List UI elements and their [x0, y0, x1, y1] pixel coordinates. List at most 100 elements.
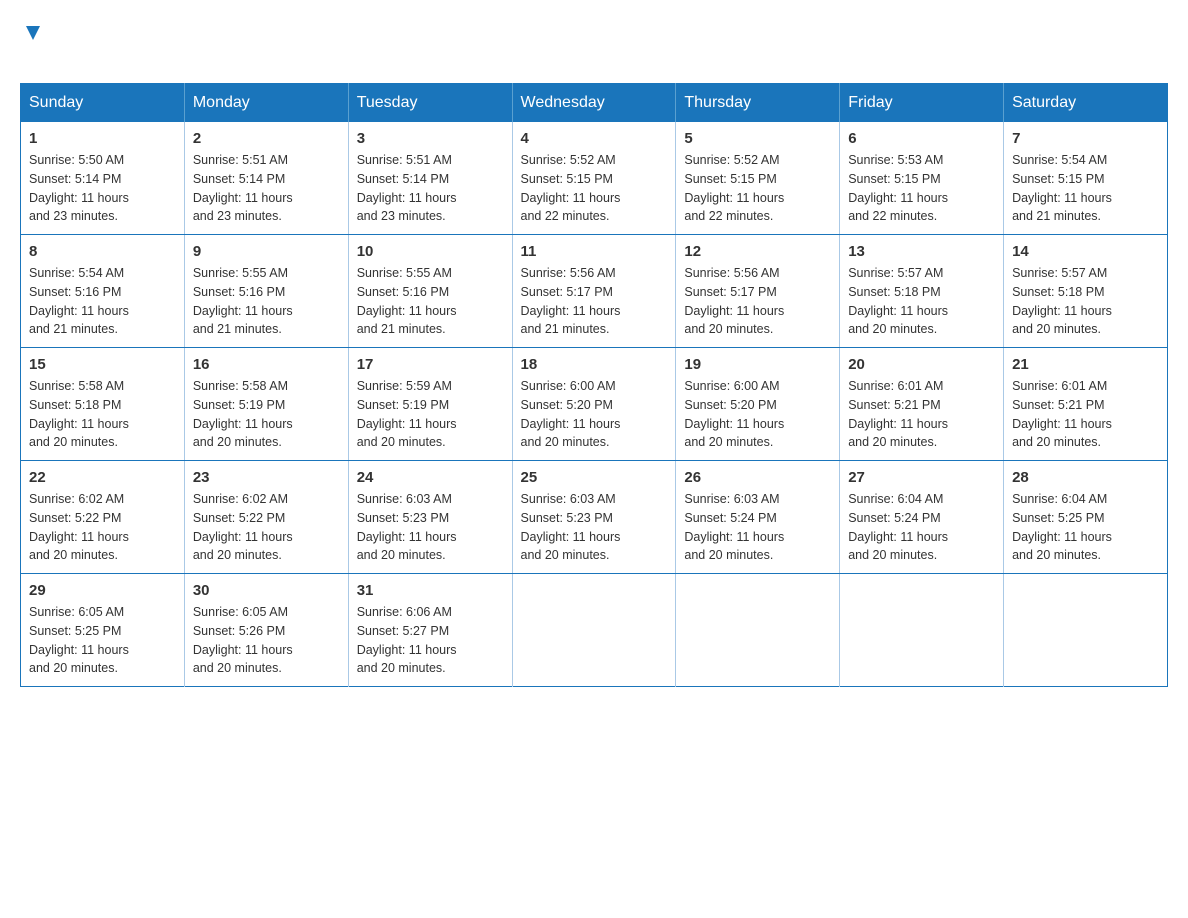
day-number: 2 — [193, 130, 340, 147]
day-info: Sunrise: 6:01 AM Sunset: 5:21 PM Dayligh… — [1012, 377, 1159, 452]
day-cell: 13 Sunrise: 5:57 AM Sunset: 5:18 PM Dayl… — [840, 235, 1004, 348]
day-number: 26 — [684, 469, 831, 486]
day-cell: 11 Sunrise: 5:56 AM Sunset: 5:17 PM Dayl… — [512, 235, 676, 348]
day-number: 9 — [193, 243, 340, 260]
header-tuesday: Tuesday — [348, 84, 512, 123]
day-cell: 17 Sunrise: 5:59 AM Sunset: 5:19 PM Dayl… — [348, 348, 512, 461]
day-number: 5 — [684, 130, 831, 147]
header-friday: Friday — [840, 84, 1004, 123]
day-info: Sunrise: 6:04 AM Sunset: 5:25 PM Dayligh… — [1012, 490, 1159, 565]
day-info: Sunrise: 5:54 AM Sunset: 5:16 PM Dayligh… — [29, 264, 176, 339]
day-info: Sunrise: 6:03 AM Sunset: 5:23 PM Dayligh… — [521, 490, 668, 565]
day-number: 4 — [521, 130, 668, 147]
day-cell: 27 Sunrise: 6:04 AM Sunset: 5:24 PM Dayl… — [840, 461, 1004, 574]
calendar-table: SundayMondayTuesdayWednesdayThursdayFrid… — [20, 83, 1168, 687]
day-info: Sunrise: 5:51 AM Sunset: 5:14 PM Dayligh… — [357, 151, 504, 226]
day-number: 23 — [193, 469, 340, 486]
day-cell: 7 Sunrise: 5:54 AM Sunset: 5:15 PM Dayli… — [1004, 122, 1168, 235]
header-wednesday: Wednesday — [512, 84, 676, 123]
day-info: Sunrise: 5:52 AM Sunset: 5:15 PM Dayligh… — [521, 151, 668, 226]
day-number: 1 — [29, 130, 176, 147]
day-cell: 9 Sunrise: 5:55 AM Sunset: 5:16 PM Dayli… — [184, 235, 348, 348]
day-info: Sunrise: 6:03 AM Sunset: 5:23 PM Dayligh… — [357, 490, 504, 565]
day-cell: 10 Sunrise: 5:55 AM Sunset: 5:16 PM Dayl… — [348, 235, 512, 348]
day-number: 28 — [1012, 469, 1159, 486]
day-cell — [676, 574, 840, 687]
day-cell: 15 Sunrise: 5:58 AM Sunset: 5:18 PM Dayl… — [21, 348, 185, 461]
day-info: Sunrise: 5:57 AM Sunset: 5:18 PM Dayligh… — [848, 264, 995, 339]
day-cell: 19 Sunrise: 6:00 AM Sunset: 5:20 PM Dayl… — [676, 348, 840, 461]
day-cell: 25 Sunrise: 6:03 AM Sunset: 5:23 PM Dayl… — [512, 461, 676, 574]
day-info: Sunrise: 6:00 AM Sunset: 5:20 PM Dayligh… — [521, 377, 668, 452]
day-number: 17 — [357, 356, 504, 373]
day-number: 30 — [193, 582, 340, 599]
day-cell: 24 Sunrise: 6:03 AM Sunset: 5:23 PM Dayl… — [348, 461, 512, 574]
day-cell: 5 Sunrise: 5:52 AM Sunset: 5:15 PM Dayli… — [676, 122, 840, 235]
day-info: Sunrise: 5:57 AM Sunset: 5:18 PM Dayligh… — [1012, 264, 1159, 339]
day-number: 10 — [357, 243, 504, 260]
day-cell: 1 Sunrise: 5:50 AM Sunset: 5:14 PM Dayli… — [21, 122, 185, 235]
day-number: 14 — [1012, 243, 1159, 260]
day-cell: 4 Sunrise: 5:52 AM Sunset: 5:15 PM Dayli… — [512, 122, 676, 235]
week-row-4: 22 Sunrise: 6:02 AM Sunset: 5:22 PM Dayl… — [21, 461, 1168, 574]
day-cell — [840, 574, 1004, 687]
day-info: Sunrise: 5:58 AM Sunset: 5:19 PM Dayligh… — [193, 377, 340, 452]
day-info: Sunrise: 6:05 AM Sunset: 5:25 PM Dayligh… — [29, 603, 176, 678]
day-info: Sunrise: 5:58 AM Sunset: 5:18 PM Dayligh… — [29, 377, 176, 452]
day-cell: 20 Sunrise: 6:01 AM Sunset: 5:21 PM Dayl… — [840, 348, 1004, 461]
day-info: Sunrise: 6:04 AM Sunset: 5:24 PM Dayligh… — [848, 490, 995, 565]
header-thursday: Thursday — [676, 84, 840, 123]
day-info: Sunrise: 5:56 AM Sunset: 5:17 PM Dayligh… — [521, 264, 668, 339]
week-row-3: 15 Sunrise: 5:58 AM Sunset: 5:18 PM Dayl… — [21, 348, 1168, 461]
day-cell: 28 Sunrise: 6:04 AM Sunset: 5:25 PM Dayl… — [1004, 461, 1168, 574]
day-cell: 16 Sunrise: 5:58 AM Sunset: 5:19 PM Dayl… — [184, 348, 348, 461]
day-info: Sunrise: 6:01 AM Sunset: 5:21 PM Dayligh… — [848, 377, 995, 452]
day-cell — [1004, 574, 1168, 687]
day-cell: 31 Sunrise: 6:06 AM Sunset: 5:27 PM Dayl… — [348, 574, 512, 687]
day-info: Sunrise: 6:00 AM Sunset: 5:20 PM Dayligh… — [684, 377, 831, 452]
day-number: 8 — [29, 243, 176, 260]
day-cell: 18 Sunrise: 6:00 AM Sunset: 5:20 PM Dayl… — [512, 348, 676, 461]
day-info: Sunrise: 5:50 AM Sunset: 5:14 PM Dayligh… — [29, 151, 176, 226]
day-cell: 8 Sunrise: 5:54 AM Sunset: 5:16 PM Dayli… — [21, 235, 185, 348]
day-number: 15 — [29, 356, 176, 373]
header-saturday: Saturday — [1004, 84, 1168, 123]
day-number: 19 — [684, 356, 831, 373]
week-row-1: 1 Sunrise: 5:50 AM Sunset: 5:14 PM Dayli… — [21, 122, 1168, 235]
day-number: 3 — [357, 130, 504, 147]
day-number: 22 — [29, 469, 176, 486]
day-cell: 6 Sunrise: 5:53 AM Sunset: 5:15 PM Dayli… — [840, 122, 1004, 235]
day-info: Sunrise: 5:59 AM Sunset: 5:19 PM Dayligh… — [357, 377, 504, 452]
day-cell: 29 Sunrise: 6:05 AM Sunset: 5:25 PM Dayl… — [21, 574, 185, 687]
header-sunday: Sunday — [21, 84, 185, 123]
day-cell: 3 Sunrise: 5:51 AM Sunset: 5:14 PM Dayli… — [348, 122, 512, 235]
day-number: 20 — [848, 356, 995, 373]
day-number: 7 — [1012, 130, 1159, 147]
day-number: 13 — [848, 243, 995, 260]
day-info: Sunrise: 5:56 AM Sunset: 5:17 PM Dayligh… — [684, 264, 831, 339]
day-number: 24 — [357, 469, 504, 486]
day-number: 11 — [521, 243, 668, 260]
day-info: Sunrise: 6:02 AM Sunset: 5:22 PM Dayligh… — [193, 490, 340, 565]
day-info: Sunrise: 5:52 AM Sunset: 5:15 PM Dayligh… — [684, 151, 831, 226]
day-cell: 2 Sunrise: 5:51 AM Sunset: 5:14 PM Dayli… — [184, 122, 348, 235]
day-cell: 26 Sunrise: 6:03 AM Sunset: 5:24 PM Dayl… — [676, 461, 840, 574]
day-cell: 21 Sunrise: 6:01 AM Sunset: 5:21 PM Dayl… — [1004, 348, 1168, 461]
weekday-header-row: SundayMondayTuesdayWednesdayThursdayFrid… — [21, 84, 1168, 123]
day-info: Sunrise: 6:03 AM Sunset: 5:24 PM Dayligh… — [684, 490, 831, 565]
day-number: 29 — [29, 582, 176, 599]
day-number: 18 — [521, 356, 668, 373]
day-cell: 12 Sunrise: 5:56 AM Sunset: 5:17 PM Dayl… — [676, 235, 840, 348]
day-number: 16 — [193, 356, 340, 373]
day-cell: 22 Sunrise: 6:02 AM Sunset: 5:22 PM Dayl… — [21, 461, 185, 574]
day-number: 27 — [848, 469, 995, 486]
day-info: Sunrise: 6:05 AM Sunset: 5:26 PM Dayligh… — [193, 603, 340, 678]
week-row-5: 29 Sunrise: 6:05 AM Sunset: 5:25 PM Dayl… — [21, 574, 1168, 687]
day-number: 6 — [848, 130, 995, 147]
day-info: Sunrise: 5:54 AM Sunset: 5:15 PM Dayligh… — [1012, 151, 1159, 226]
day-info: Sunrise: 6:06 AM Sunset: 5:27 PM Dayligh… — [357, 603, 504, 678]
day-cell — [512, 574, 676, 687]
day-number: 12 — [684, 243, 831, 260]
day-info: Sunrise: 5:53 AM Sunset: 5:15 PM Dayligh… — [848, 151, 995, 226]
page-header — [20, 20, 1168, 63]
